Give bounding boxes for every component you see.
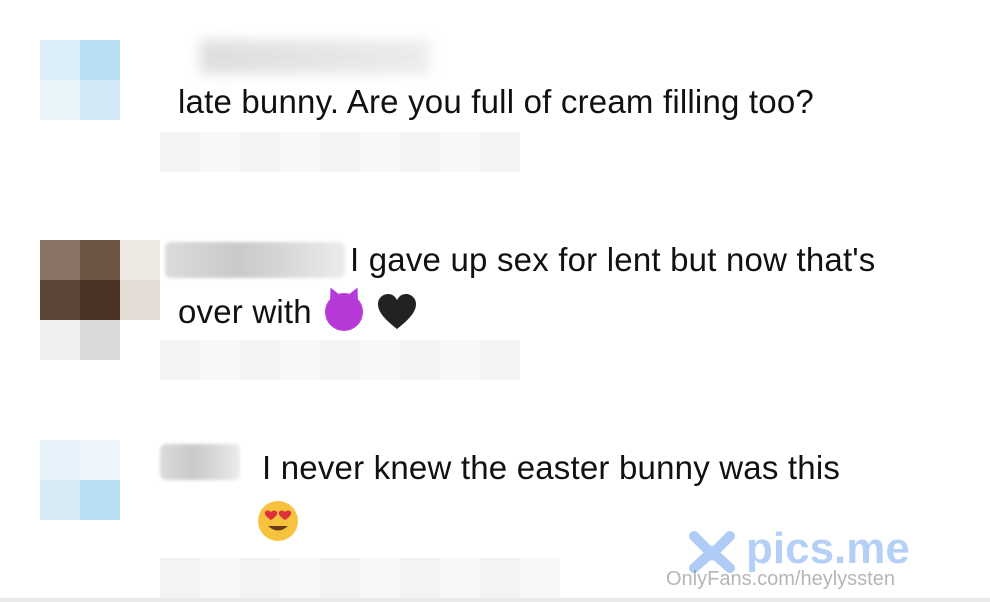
comment-meta-blurred xyxy=(160,132,520,172)
black-heart-icon xyxy=(377,293,417,331)
watermark-brand: pics.me xyxy=(746,524,910,573)
comment-text-line2: over with xyxy=(178,286,417,338)
watermark-source: OnlyFans.com/heylyssten xyxy=(666,568,895,590)
comment-text: late bunny. Are you full of cream fillin… xyxy=(178,83,814,120)
comment-text-line1: I gave up sex for lent but now that's xyxy=(350,241,876,278)
comment-meta-blurred xyxy=(160,340,520,380)
comment-text: I never knew the easter bunny was this xyxy=(262,449,841,486)
smiling-face-with-horns-icon xyxy=(325,293,364,331)
comment-emoji-line xyxy=(254,496,298,548)
avatar-pixelated[interactable] xyxy=(40,40,120,120)
comment-text-line2-label: over with xyxy=(178,293,312,330)
watermark: pics.me OnlyFans.com/heylyssten xyxy=(666,524,976,594)
username-blurred[interactable] xyxy=(160,444,240,480)
username-blurred[interactable] xyxy=(165,242,345,278)
bottom-divider xyxy=(0,598,990,602)
avatar-pixelated[interactable] xyxy=(40,440,120,520)
blurred-username-top xyxy=(200,40,430,74)
smiling-face-with-heart-eyes-icon xyxy=(258,501,298,541)
comment-meta-blurred xyxy=(160,558,560,598)
avatar-pixelated[interactable] xyxy=(40,240,160,360)
